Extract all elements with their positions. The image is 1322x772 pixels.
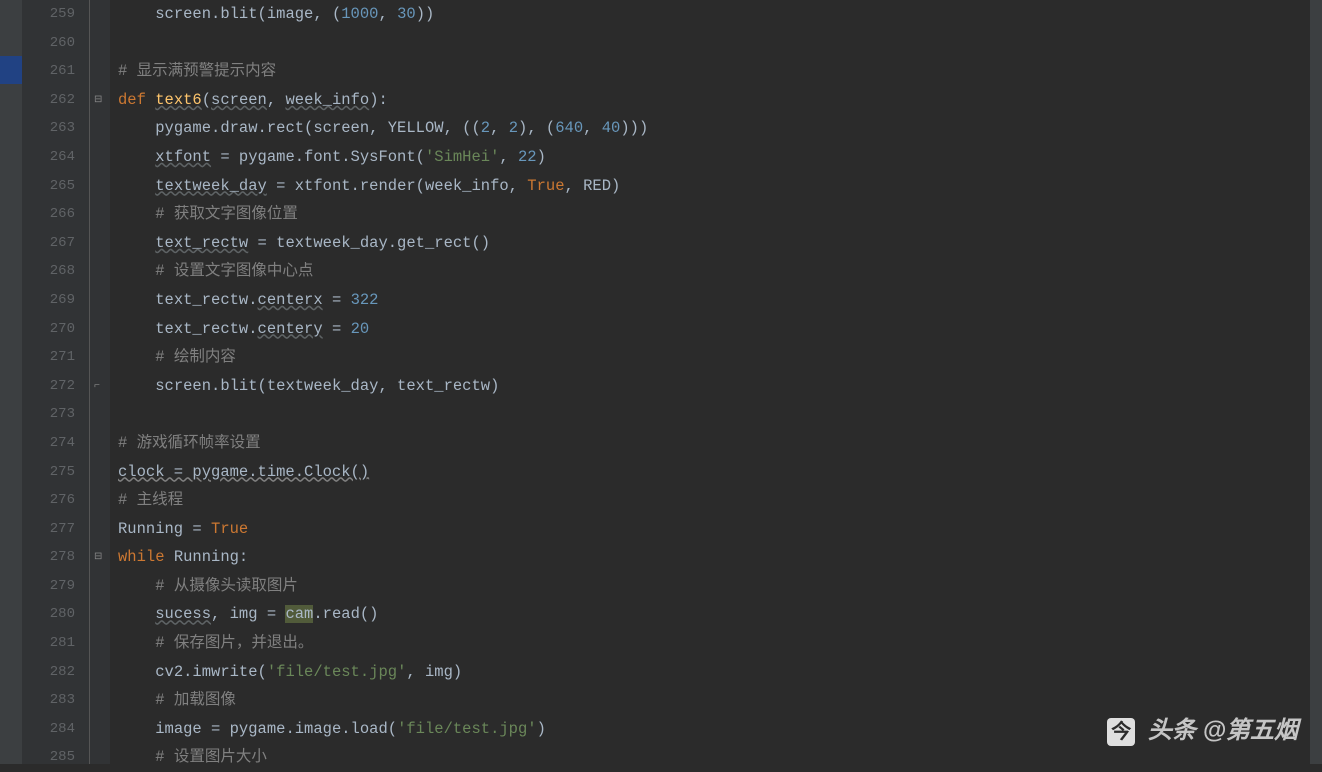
code-line[interactable]: sucess, img = cam.read() — [118, 600, 1322, 629]
fold-gutter[interactable]: ⊟ ⌐ ⊟ — [90, 0, 110, 764]
line-number[interactable]: 269 — [22, 286, 89, 315]
line-number[interactable]: 274 — [22, 429, 89, 458]
code-line[interactable]: # 显示满预警提示内容 — [118, 57, 1322, 86]
code-line[interactable]: # 保存图片，并退出。 — [118, 629, 1322, 658]
line-number[interactable]: 270 — [22, 315, 89, 344]
line-number[interactable]: 267 — [22, 229, 89, 258]
line-number[interactable]: 263 — [22, 114, 89, 143]
line-number[interactable]: 279 — [22, 572, 89, 601]
code-line[interactable]: screen.blit(textweek_day, text_rectw) — [118, 372, 1322, 401]
code-line[interactable]: # 绘制内容 — [118, 343, 1322, 372]
fold-icon[interactable]: ⊟ — [94, 95, 105, 106]
code-line[interactable]: xtfont = pygame.font.SysFont('SimHei', 2… — [118, 143, 1322, 172]
line-number[interactable]: 277 — [22, 515, 89, 544]
code-line[interactable]: def text6(screen, week_info): — [118, 86, 1322, 115]
line-number[interactable]: 285 — [22, 743, 89, 772]
code-line[interactable]: # 游戏循环帧率设置 — [118, 429, 1322, 458]
watermark-handle: @第五烟 — [1203, 717, 1298, 744]
line-number[interactable]: 276 — [22, 486, 89, 515]
code-line[interactable]: while Running: — [118, 543, 1322, 572]
line-number[interactable]: 261 — [22, 57, 89, 86]
editor-container: 2592602612622632642652662672682692702712… — [0, 0, 1322, 764]
line-number[interactable]: 281 — [22, 629, 89, 658]
code-line[interactable]: text_rectw = textweek_day.get_rect() — [118, 229, 1322, 258]
fold-icon[interactable]: ⌐ — [94, 381, 105, 392]
line-number[interactable]: 275 — [22, 458, 89, 487]
code-line[interactable] — [118, 29, 1322, 58]
line-number[interactable]: 264 — [22, 143, 89, 172]
highlight-marker — [0, 56, 22, 84]
fold-icon[interactable]: ⊟ — [94, 552, 105, 563]
line-number[interactable]: 266 — [22, 200, 89, 229]
line-number[interactable]: 260 — [22, 29, 89, 58]
code-line[interactable]: screen.blit(image, (1000, 30)) — [118, 0, 1322, 29]
watermark: 今 头条 @第五烟 — [1107, 710, 1298, 746]
line-number[interactable]: 268 — [22, 257, 89, 286]
line-number[interactable]: 262 — [22, 86, 89, 115]
code-line[interactable]: pygame.draw.rect(screen, YELLOW, ((2, 2)… — [118, 114, 1322, 143]
line-number[interactable]: 278 — [22, 543, 89, 572]
code-line[interactable]: clock = pygame.time.Clock() — [118, 458, 1322, 487]
code-line[interactable]: text_rectw.centery = 20 — [118, 315, 1322, 344]
code-line[interactable]: text_rectw.centerx = 322 — [118, 286, 1322, 315]
code-line[interactable]: cv2.imwrite('file/test.jpg', img) — [118, 658, 1322, 687]
line-number[interactable]: 273 — [22, 400, 89, 429]
code-line[interactable]: # 获取文字图像位置 — [118, 200, 1322, 229]
line-number[interactable]: 282 — [22, 658, 89, 687]
code-line[interactable]: # 从摄像头读取图片 — [118, 572, 1322, 601]
line-number[interactable]: 265 — [22, 172, 89, 201]
code-line[interactable]: # 设置文字图像中心点 — [118, 257, 1322, 286]
line-number[interactable]: 271 — [22, 343, 89, 372]
code-line[interactable]: Running = True — [118, 515, 1322, 544]
code-editor-area[interactable]: screen.blit(image, (1000, 30)) # 显示满预警提示内… — [110, 0, 1322, 764]
code-line[interactable] — [118, 400, 1322, 429]
watermark-prefix: 头条 — [1148, 717, 1196, 744]
watermark-badge-icon: 今 — [1107, 718, 1135, 746]
line-number[interactable]: 280 — [22, 600, 89, 629]
code-line[interactable]: textweek_day = xtfont.render(week_info, … — [118, 172, 1322, 201]
line-number[interactable]: 284 — [22, 715, 89, 744]
line-number[interactable]: 272 — [22, 372, 89, 401]
line-number[interactable]: 259 — [22, 0, 89, 29]
scrollbar[interactable] — [1310, 0, 1322, 764]
code-line[interactable]: # 设置图片大小 — [118, 743, 1322, 772]
line-number-gutter[interactable]: 2592602612622632642652662672682692702712… — [22, 0, 90, 764]
code-line[interactable]: # 主线程 — [118, 486, 1322, 515]
line-number[interactable]: 283 — [22, 686, 89, 715]
left-sidebar — [0, 0, 22, 764]
